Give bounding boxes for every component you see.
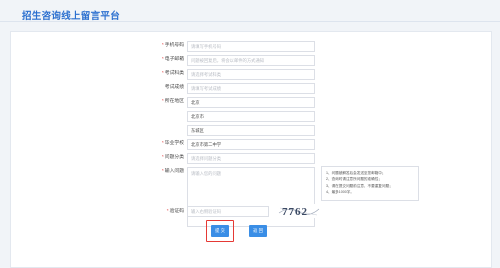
form-field-input[interactable]: 北京 [187,96,315,108]
captcha-text: 7762 [282,206,308,218]
form-field-input[interactable]: 北京市 [187,110,315,122]
form-field-input[interactable]: 请填写手机号码 [187,40,315,52]
tip-line: 4、最多1000字。 [326,190,354,195]
form-field-input[interactable]: 北京市第二中学 [187,138,315,150]
question-label: *输入问题 [161,169,184,174]
tips-box: 1、问题被解答后会发送至您邮箱中； 2、查询时请注意所问题的准确性； 3、请在提… [321,166,419,201]
field-label: *手机号码 [161,43,184,48]
title-divider [0,21,500,22]
captcha-image[interactable]: 7762 [277,204,321,218]
form-row: *考试科类 [0,68,184,80]
field-label: *所在地区 [161,99,184,104]
back-button[interactable]: 返 回 [249,225,267,237]
submit-button[interactable]: 提 交 [211,225,229,237]
form-row [0,124,184,136]
captcha-graphic: 7762 [277,204,321,218]
form-field-input[interactable]: 请选择问题分类 [187,152,315,164]
form-row: 考试成绩 [0,82,184,94]
form-row: *电子邮箱 [0,54,184,66]
field-label: *考试科类 [161,71,184,76]
page-title: 招生咨询线上留言平台 [22,11,121,22]
form-field-input[interactable]: 问题被回复后，将会以邮件的方式通知 [187,54,315,66]
field-label: *电子邮箱 [161,57,184,62]
field-label: *毕业学校 [161,141,184,146]
question-row: *输入问题 [0,166,184,178]
form-row [0,110,184,122]
field-label: 考试成绩 [164,85,184,90]
form-field-input[interactable]: 请选择考试科类 [187,68,315,80]
form-row: *手机号码 [0,40,184,52]
field-label: *问题分类 [161,155,184,160]
form-field-input[interactable]: 请填写考试成绩 [187,82,315,94]
form-row: *所在地区 [0,96,184,108]
form-field-input[interactable]: 东城区 [187,124,315,136]
captcha-row: *验证码 [0,206,184,218]
form-row: *问题分类 [0,152,184,164]
captcha-input[interactable]: 输入右侧验证码 [187,206,269,217]
captcha-label: *验证码 [166,209,184,214]
form-row: *毕业学校 [0,138,184,150]
